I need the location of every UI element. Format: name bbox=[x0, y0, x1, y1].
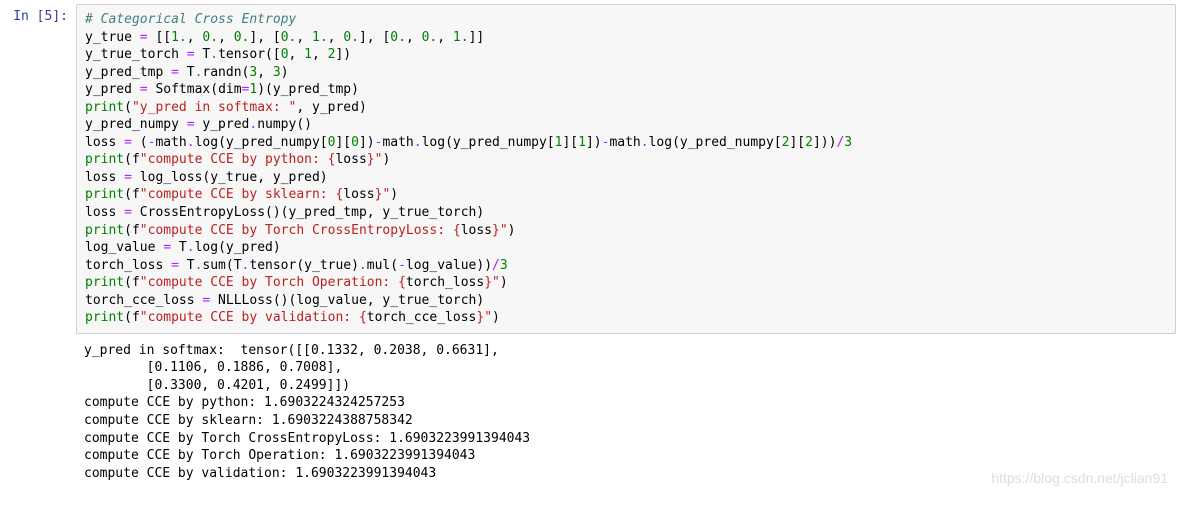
code-line-9: print(f"compute CCE by python: {loss}") bbox=[85, 152, 390, 167]
code-line-7: y_pred_numpy = y_pred.numpy() bbox=[85, 117, 312, 132]
code-cell: In [5]: # Categorical Cross Entropy y_tr… bbox=[4, 4, 1176, 334]
code-line-14: log_value = T.log(y_pred) bbox=[85, 240, 281, 255]
code-line-4: y_pred_tmp = T.randn(3, 3) bbox=[85, 65, 289, 80]
code-line-2: y_true = [[1., 0., 0.], [0., 1., 0.], [0… bbox=[85, 30, 484, 45]
code-line-3: y_true_torch = T.tensor([0, 1, 2]) bbox=[85, 47, 351, 62]
output-cell: Out[5]: y_pred in softmax: tensor([[0.13… bbox=[4, 334, 1176, 488]
code-line-5: y_pred = Softmax(dim=1)(y_pred_tmp) bbox=[85, 82, 359, 97]
code-line-15: torch_loss = T.sum(T.tensor(y_true).mul(… bbox=[85, 258, 508, 273]
code-output-area: y_pred in softmax: tensor([[0.1332, 0.20… bbox=[76, 334, 1176, 488]
code-input-area[interactable]: # Categorical Cross Entropy y_true = [[1… bbox=[76, 4, 1176, 334]
code-line-6: print("y_pred in softmax: ", y_pred) bbox=[85, 100, 367, 115]
code-line-16: print(f"compute CCE by Torch Operation: … bbox=[85, 275, 508, 290]
code-line-18: print(f"compute CCE by validation: {torc… bbox=[85, 310, 500, 325]
out-line-6: compute CCE by Torch CrossEntropyLoss: 1… bbox=[84, 431, 530, 446]
code-line-12: loss = CrossEntropyLoss()(y_pred_tmp, y_… bbox=[85, 205, 484, 220]
out-line-3: [0.3300, 0.4201, 0.2499]]) bbox=[84, 378, 350, 393]
code-line-8: loss = (-math.log(y_pred_numpy[0][0])-ma… bbox=[85, 135, 852, 150]
out-line-4: compute CCE by python: 1.690322432425725… bbox=[84, 395, 405, 410]
out-line-5: compute CCE by sklearn: 1.69032243887583… bbox=[84, 413, 413, 428]
code-line-1: # Categorical Cross Entropy bbox=[85, 12, 296, 27]
code-line-17: torch_cce_loss = NLLLoss()(log_value, y_… bbox=[85, 293, 484, 308]
code-line-11: print(f"compute CCE by sklearn: {loss}") bbox=[85, 187, 398, 202]
out-line-2: [0.1106, 0.1886, 0.7008], bbox=[84, 360, 342, 375]
code-line-13: print(f"compute CCE by Torch CrossEntrop… bbox=[85, 223, 516, 238]
code-line-10: loss = log_loss(y_true, y_pred) bbox=[85, 170, 328, 185]
out-line-1: y_pred in softmax: tensor([[0.1332, 0.20… bbox=[84, 343, 499, 358]
out-line-8: compute CCE by validation: 1.69032239913… bbox=[84, 466, 436, 481]
input-prompt: In [5]: bbox=[4, 4, 76, 24]
out-line-7: compute CCE by Torch Operation: 1.690322… bbox=[84, 448, 475, 463]
